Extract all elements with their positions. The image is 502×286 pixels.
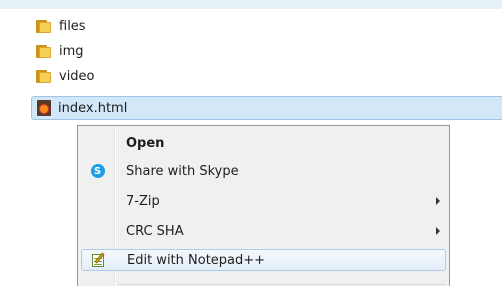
folder-icon [36,44,52,58]
html-file-icon [37,100,51,116]
file-label: video [59,68,95,84]
menu-item-label: Share with Skype [126,163,239,179]
file-label: img [59,43,84,59]
menu-item-share-with-skype[interactable]: S Share with Skype [81,160,446,182]
file-item-files[interactable]: files [36,15,136,37]
menu-item-label: CRC SHA [126,223,184,239]
submenu-arrow-icon [436,227,440,235]
menu-item-open[interactable]: Open [81,132,446,154]
notepad-plus-plus-icon [91,252,107,268]
submenu-arrow-icon [436,197,440,205]
menu-separator [118,284,446,285]
skype-icon: S [90,164,105,178]
folder-icon [36,69,52,83]
menu-item-label: Edit with Notepad++ [127,252,266,268]
menu-item-crc-sha[interactable]: CRC SHA [81,220,446,242]
context-menu: Open S Share with Skype 7-Zip CRC SHA Ed… [77,125,450,286]
window-top-bar [0,0,502,9]
menu-item-label: Open [126,135,165,151]
menu-item-7zip[interactable]: 7-Zip [81,190,446,212]
menu-item-label: 7-Zip [126,193,160,209]
menu-item-edit-with-notepad[interactable]: Edit with Notepad++ [81,249,446,271]
file-item-video[interactable]: video [36,65,136,87]
file-label: files [59,18,86,34]
file-label: index.html [58,100,128,116]
folder-icon [36,19,52,33]
file-item-index-html[interactable]: index.html [31,96,502,120]
file-item-img[interactable]: img [36,40,136,62]
